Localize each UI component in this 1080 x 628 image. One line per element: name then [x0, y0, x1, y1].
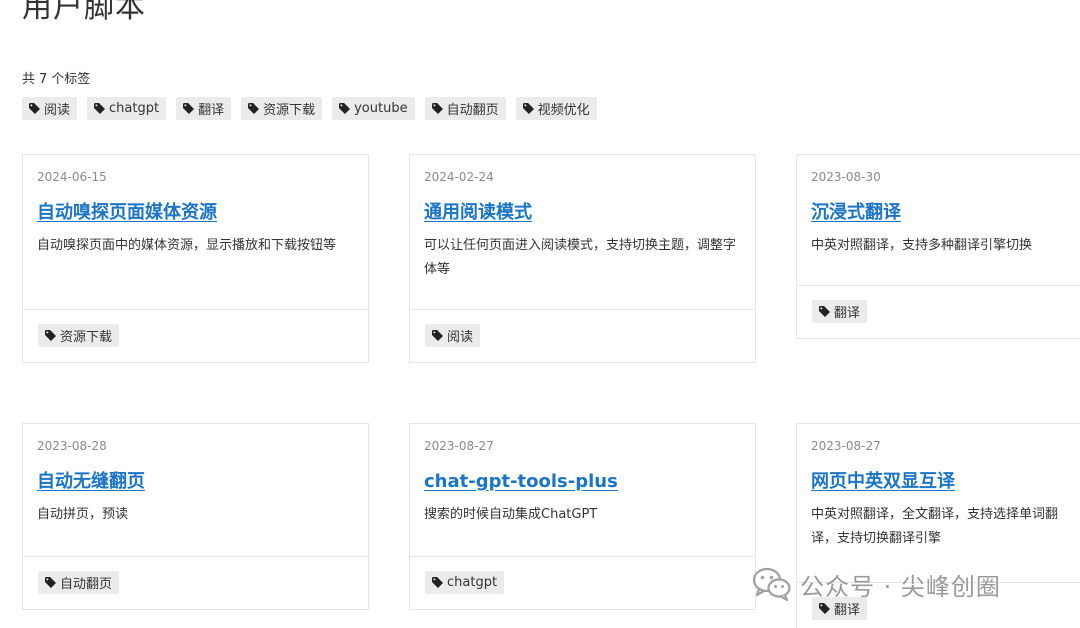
- page: 用户脚本 共 7 个标签 阅读 chatgpt 翻译 资源下载 youtube 自动…: [0, 0, 1080, 628]
- tag-label: 资源下载: [263, 103, 316, 118]
- tag-icon: [819, 603, 830, 614]
- script-card: 2023-08-27 chat-gpt-tools-plus 搜索的时候自动集成…: [409, 423, 756, 610]
- tag-label: 翻译: [834, 306, 861, 321]
- wechat-icon: [752, 566, 792, 602]
- tag-icon: [431, 103, 443, 114]
- tag-label: 自动翻页: [446, 103, 499, 118]
- page-title: 用户脚本: [22, 0, 146, 25]
- card-title-link[interactable]: 自动嗅探页面媒体资源: [37, 201, 217, 225]
- tag-label: 视频优化: [537, 103, 590, 118]
- script-card: 2024-02-24 通用阅读模式 可以让任何页面进入阅读模式，支持切换主题，调…: [409, 154, 756, 363]
- card-tag[interactable]: 阅读: [425, 324, 481, 347]
- card-tag[interactable]: 自动翻页: [38, 571, 120, 594]
- tag-video-optimize[interactable]: 视频优化: [515, 97, 597, 120]
- tag-count-prefix: 共: [22, 72, 36, 87]
- card-date: 2023-08-27: [424, 439, 494, 453]
- card-tag[interactable]: chatgpt: [425, 571, 505, 594]
- tag-count: 共 7 个标签: [22, 68, 90, 87]
- card-title-link[interactable]: 自动无缝翻页: [37, 470, 145, 494]
- script-card: 2023-08-30 沉浸式翻译 中英对照翻译，支持多种翻译引擎切换 翻译: [796, 154, 1080, 339]
- card-date: 2023-08-28: [37, 439, 107, 453]
- tag-label: youtube: [354, 101, 408, 116]
- tag-chatgpt[interactable]: chatgpt: [87, 97, 167, 120]
- watermark-text: 公众号 · 尖峰创圈: [800, 572, 1001, 601]
- tag-icon: [94, 103, 106, 114]
- tag-icon: [183, 103, 195, 114]
- tag-icon: [432, 330, 443, 341]
- card-description: 搜索的时候自动集成ChatGPT: [424, 507, 598, 522]
- card-footer: chatgpt: [410, 556, 755, 609]
- tag-bar: 阅读 chatgpt 翻译 资源下载 youtube 自动翻页 视频优化: [22, 97, 597, 120]
- tag-label: 自动翻页: [60, 577, 113, 592]
- tag-icon: [819, 306, 830, 317]
- tag-label: chatgpt: [109, 101, 160, 116]
- tag-count-number: 7: [39, 72, 48, 87]
- card-title-link[interactable]: chat-gpt-tools-plus: [424, 470, 618, 494]
- card-date: 2023-08-30: [811, 170, 881, 184]
- card-footer: 翻译: [797, 285, 1080, 338]
- card-title-link[interactable]: 沉浸式翻译: [811, 201, 901, 225]
- tag-icon: [248, 103, 260, 114]
- tag-label: chatgpt: [447, 575, 498, 590]
- tag-icon: [432, 577, 443, 588]
- script-card: 2023-08-28 自动无缝翻页 自动拼页，预读 自动翻页: [22, 423, 369, 610]
- card-title-link[interactable]: 网页中英双显互译: [811, 470, 955, 494]
- card-tag[interactable]: 翻译: [812, 300, 868, 323]
- tag-icon: [29, 103, 40, 114]
- card-date: 2024-02-24: [424, 170, 494, 184]
- card-tag[interactable]: 资源下载: [38, 324, 120, 347]
- card-footer: 自动翻页: [23, 556, 368, 609]
- card-title-link[interactable]: 通用阅读模式: [424, 201, 532, 225]
- tag-icon: [45, 577, 56, 588]
- tag-icon: [45, 330, 56, 341]
- tag-icon: [339, 103, 351, 114]
- script-card: 2024-06-15 自动嗅探页面媒体资源 自动嗅探页面中的媒体资源，显示播放和…: [22, 154, 369, 363]
- card-description: 自动拼页，预读: [37, 507, 129, 522]
- card-footer: 资源下载: [23, 309, 368, 362]
- card-description: 中英对照翻译，全文翻译，支持选择单词翻译，支持切换翻译引擎: [811, 507, 1059, 546]
- tag-youtube[interactable]: youtube: [332, 97, 415, 120]
- tag-label: 阅读: [447, 330, 474, 345]
- tag-resource-download[interactable]: 资源下载: [241, 97, 323, 120]
- card-description: 可以让任何页面进入阅读模式，支持切换主题，调整字体等: [424, 238, 737, 277]
- tag-translate[interactable]: 翻译: [176, 97, 232, 120]
- card-footer: 阅读: [410, 309, 755, 362]
- card-date: 2024-06-15: [37, 170, 107, 184]
- tag-count-suffix: 个标签: [51, 72, 91, 87]
- tag-label: 阅读: [44, 103, 71, 118]
- tag-auto-paging[interactable]: 自动翻页: [424, 97, 506, 120]
- tag-label: 资源下载: [60, 330, 113, 345]
- watermark: 公众号 · 尖峰创圈: [752, 566, 1001, 602]
- card-description: 自动嗅探页面中的媒体资源，显示播放和下载按钮等: [37, 238, 337, 253]
- tag-label: 翻译: [198, 103, 225, 118]
- card-description: 中英对照翻译，支持多种翻译引擎切换: [811, 238, 1033, 253]
- card-date: 2023-08-27: [811, 439, 881, 453]
- tag-reading[interactable]: 阅读: [22, 97, 78, 120]
- tag-icon: [522, 103, 534, 114]
